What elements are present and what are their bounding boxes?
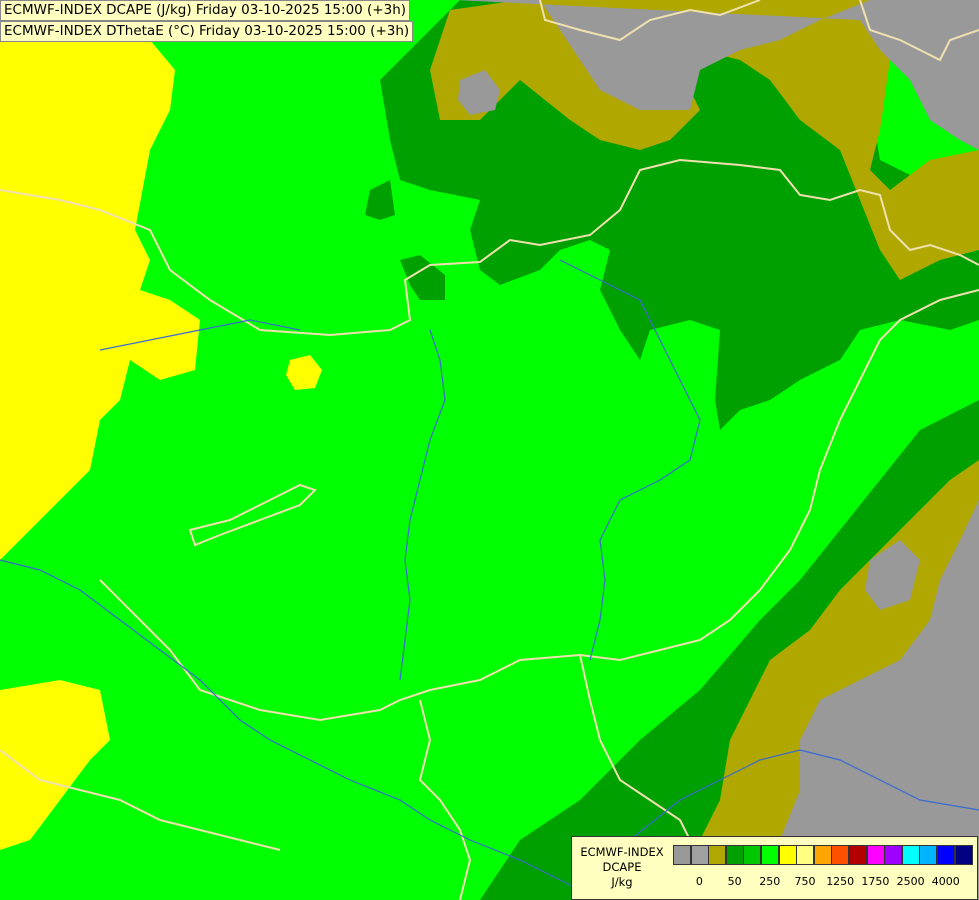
legend-swatch: [831, 845, 850, 865]
legend-swatch: [796, 845, 815, 865]
legend-swatch: [954, 845, 973, 865]
legend-swatch: [708, 845, 727, 865]
legend-tick-label: 1250: [826, 875, 855, 888]
legend-swatch: [866, 845, 885, 865]
legend-swatch: [919, 845, 938, 865]
legend-title-parameter: DCAPE: [602, 860, 642, 874]
legend-swatch: [673, 845, 691, 865]
legend-title-model: ECMWF-INDEX: [580, 845, 664, 859]
legend-swatch: [937, 845, 955, 865]
legend-swatch: [725, 845, 744, 865]
legend-tick-label: 2500: [896, 875, 925, 888]
map-title-dcape: ECMWF-INDEX DCAPE (J/kg) Friday 03-10-20…: [0, 0, 411, 21]
legend-tick-label: 250: [759, 875, 781, 888]
legend-swatch: [778, 845, 797, 865]
legend-swatch: [761, 845, 779, 865]
legend-title: ECMWF-INDEX DCAPE J/kg: [576, 845, 668, 890]
legend-swatch: [849, 845, 867, 865]
legend-title-unit: J/kg: [611, 875, 633, 889]
legend-tick-label: 1750: [861, 875, 890, 888]
color-legend: ECMWF-INDEX DCAPE J/kg 0 50 250 750 1250 1750…: [571, 836, 978, 900]
legend-swatch: [901, 845, 920, 865]
weather-map: [0, 0, 979, 900]
legend-swatch: [813, 845, 832, 865]
map-title-dthetae: ECMWF-INDEX DThetaE (°C) Friday 03-10-20…: [0, 21, 414, 42]
legend-tick-label: 50: [727, 875, 742, 888]
legend-tick-label: 750: [794, 875, 816, 888]
legend-tick-label: 0: [695, 875, 703, 888]
legend-swatch: [884, 845, 903, 865]
legend-swatch: [690, 845, 709, 865]
legend-swatch: [743, 845, 762, 865]
legend-tick-label: 4000: [931, 875, 960, 888]
